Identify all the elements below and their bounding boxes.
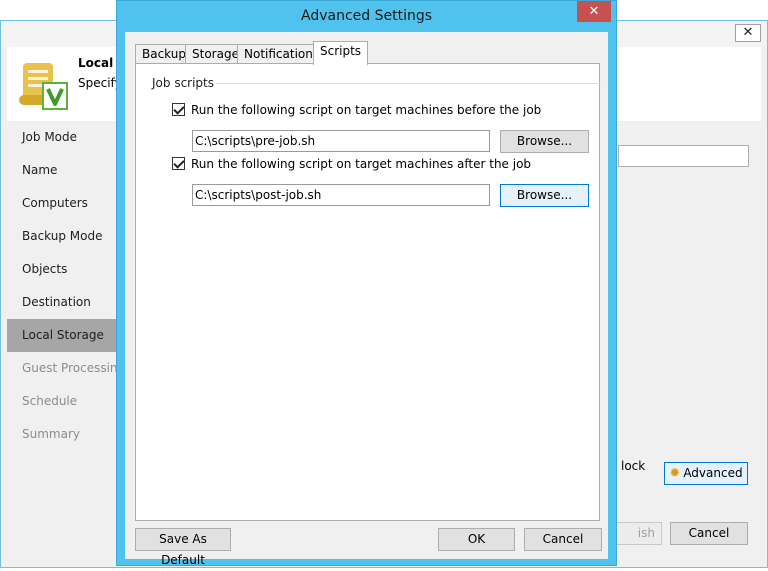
nav-item-job-mode[interactable]: Job Mode bbox=[7, 121, 127, 154]
nav-item-summary: Summary bbox=[22, 427, 80, 441]
advanced-button[interactable]: ✹ Advanced bbox=[664, 462, 748, 485]
script-check-icon bbox=[19, 63, 68, 110]
after-script-browse-button[interactable]: Browse... bbox=[500, 184, 589, 207]
before-script-browse-button[interactable]: Browse... bbox=[500, 130, 589, 153]
cancel-button[interactable]: Cancel bbox=[524, 528, 602, 551]
save-as-default-button[interactable]: Save As Default bbox=[135, 528, 231, 567]
wizard-partial-label: lock bbox=[621, 459, 646, 473]
after-script-path-input[interactable] bbox=[192, 184, 490, 206]
before-script-checkbox-row[interactable]: Run the following script on target machi… bbox=[172, 103, 541, 117]
before-script-label: Run the following script on target machi… bbox=[191, 103, 542, 117]
nav-item-local-storage[interactable]: Local Storage bbox=[7, 319, 127, 352]
nav-item-backup-mode[interactable]: Backup Mode bbox=[7, 220, 127, 253]
after-script-checkbox-row[interactable]: Run the following script on target machi… bbox=[172, 157, 531, 171]
nav-item-computers[interactable]: Computers bbox=[7, 187, 127, 220]
dialog-title: Advanced Settings bbox=[300, 8, 433, 24]
scripts-panel: Job scripts Run the following script on … bbox=[135, 63, 601, 521]
wizard-text-field[interactable] bbox=[618, 145, 749, 167]
nav-item-name[interactable]: Name bbox=[7, 154, 127, 187]
after-script-checkbox[interactable] bbox=[172, 157, 185, 170]
wizard-nav: Job Mode Name Computers Backup Mode Obje… bbox=[7, 121, 127, 451]
before-script-path-input[interactable] bbox=[192, 130, 490, 152]
advanced-button-label: Advanced bbox=[683, 466, 743, 480]
nav-item-schedule: Schedule bbox=[22, 394, 78, 408]
job-scripts-group-label: Job scripts bbox=[152, 76, 215, 90]
nav-item-destination[interactable]: Destination bbox=[7, 286, 127, 319]
wizard-cancel-button[interactable]: Cancel bbox=[670, 522, 748, 545]
before-script-checkbox[interactable] bbox=[172, 103, 185, 116]
after-script-label: Run the following script on target machi… bbox=[191, 157, 532, 171]
advanced-settings-dialog: Advanced Settings ✕ Backup Storage Notif… bbox=[116, 0, 617, 567]
dialog-close-button[interactable]: ✕ bbox=[577, 1, 611, 22]
ok-button[interactable]: OK bbox=[438, 528, 515, 551]
gear-icon: ✹ bbox=[669, 466, 681, 481]
wizard-close-button[interactable]: ✕ bbox=[735, 24, 761, 42]
tab-scripts[interactable]: Scripts bbox=[313, 41, 369, 65]
dialog-body: Backup Storage Notifications Scripts Job… bbox=[125, 32, 608, 567]
group-divider bbox=[216, 83, 601, 84]
nav-item-guest-processing: Guest Processing bbox=[22, 361, 126, 375]
nav-item-objects[interactable]: Objects bbox=[7, 253, 127, 286]
